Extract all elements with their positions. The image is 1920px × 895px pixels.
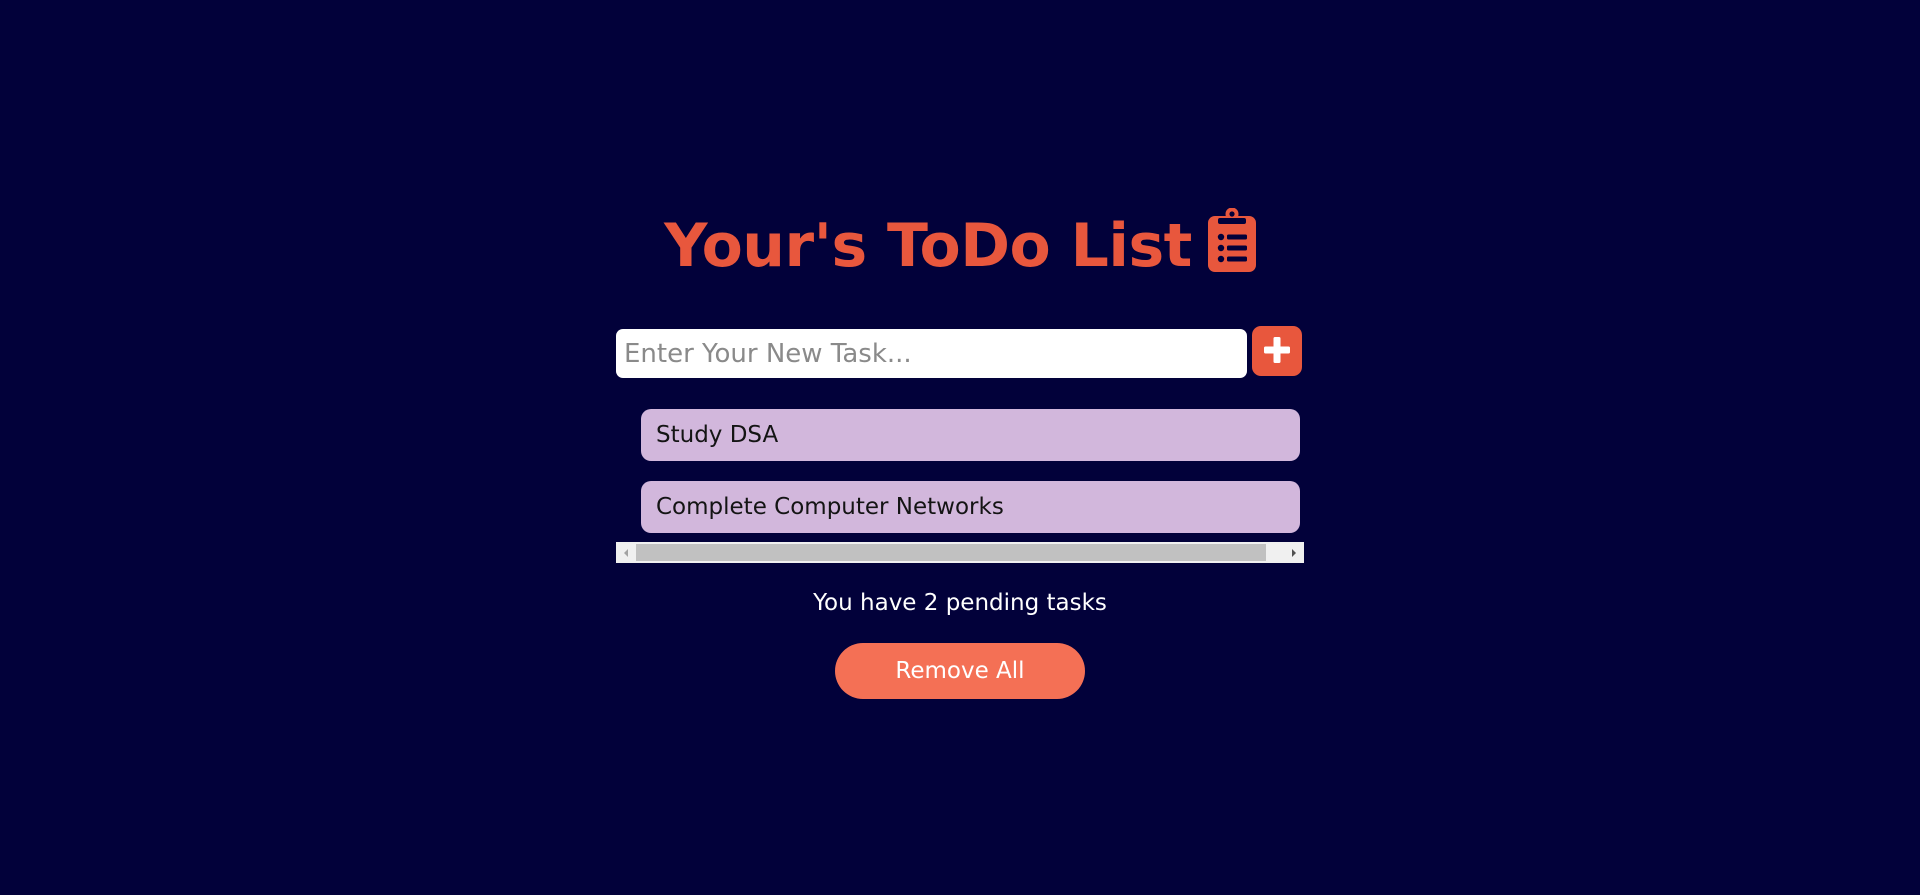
task-list: Study DSA Complete Computer Networks	[616, 404, 1304, 564]
new-task-input[interactable]	[616, 329, 1247, 378]
horizontal-scrollbar[interactable]	[616, 542, 1304, 563]
scroll-right-arrow-icon[interactable]	[1284, 542, 1304, 563]
remove-all-button[interactable]: Remove All	[835, 643, 1085, 699]
page-title-text: Your's ToDo List	[664, 211, 1192, 281]
clipboard-list-icon	[1207, 207, 1256, 272]
task-item[interactable]: Study DSA	[641, 409, 1300, 461]
todo-app: Your's ToDo List Study DSA Complete Co	[0, 0, 1920, 895]
scroll-left-arrow-icon[interactable]	[616, 542, 636, 563]
task-item[interactable]: Complete Computer Networks	[641, 481, 1300, 533]
plus-icon	[1262, 335, 1292, 368]
scrollbar-thumb[interactable]	[636, 544, 1266, 561]
page-title: Your's ToDo List	[0, 207, 1920, 284]
pending-count-text: You have 2 pending tasks	[813, 590, 1107, 616]
add-task-button[interactable]	[1252, 326, 1302, 376]
